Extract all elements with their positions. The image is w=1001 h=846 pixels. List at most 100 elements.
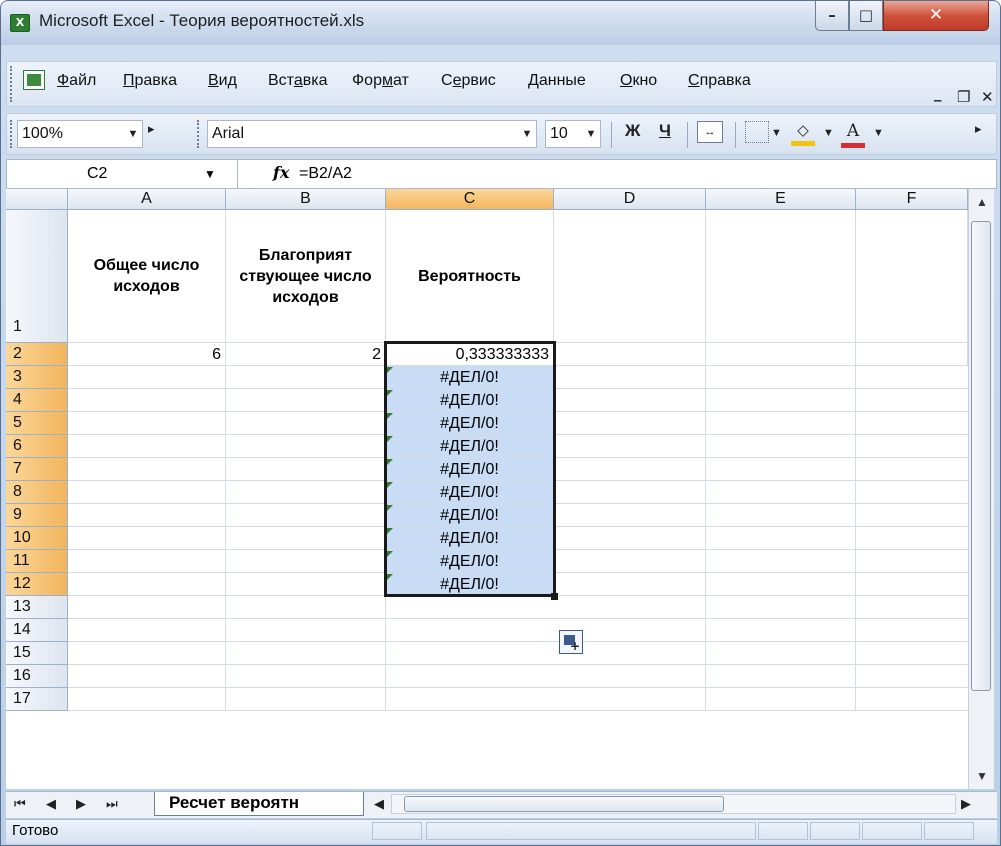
tab-split-icon[interactable]: ◀ — [374, 796, 384, 812]
row-header-selected[interactable]: 3 — [6, 366, 68, 389]
underline-button[interactable]: Ч — [659, 121, 671, 141]
row-header-selected[interactable]: 9 — [6, 504, 68, 527]
column-header[interactable]: B — [226, 189, 386, 210]
column-header-selected[interactable]: C — [386, 189, 554, 210]
last-sheet-icon[interactable]: ⏭ — [106, 796, 118, 812]
menu-help[interactable]: Справка — [688, 72, 751, 90]
chevron-down-icon[interactable]: ▼ — [771, 127, 782, 139]
close-icon: ✕ — [928, 5, 944, 25]
font-size-value: 10 — [550, 125, 568, 142]
chevron-down-icon[interactable]: ▼ — [582, 121, 600, 147]
menu-view[interactable]: Вид — [208, 72, 237, 90]
row-header[interactable]: 14 — [6, 619, 68, 642]
row-header-selected[interactable]: 4 — [6, 389, 68, 412]
doc-close-icon[interactable]: ✕ — [981, 88, 994, 106]
menu-tools[interactable]: Сервис — [441, 72, 496, 90]
select-all-corner[interactable] — [6, 189, 68, 210]
toolbar-options-icon[interactable]: ▸ — [975, 121, 982, 137]
scroll-up-icon[interactable]: ▲ — [976, 195, 988, 209]
row-header[interactable]: 15 — [6, 642, 68, 665]
cell-b1[interactable]: Благоприят ствующее число исходов — [226, 210, 386, 343]
row-header-selected[interactable]: 7 — [6, 458, 68, 481]
doc-minimize-icon[interactable]: _ — [934, 84, 942, 102]
row-header-selected[interactable]: 6 — [6, 435, 68, 458]
vertical-scrollbar[interactable]: ▲ ▼ — [968, 189, 994, 789]
scroll-down-icon[interactable]: ▼ — [976, 769, 988, 783]
close-button[interactable]: ✕ — [883, 1, 989, 31]
toolbar-options-icon[interactable]: ▸ — [148, 121, 155, 137]
cell-c1[interactable]: Вероятность — [386, 210, 554, 343]
row-header[interactable]: 17 — [6, 688, 68, 711]
scroll-right-icon[interactable]: ▶ — [961, 796, 971, 812]
cell-b2[interactable]: 2 — [226, 343, 386, 366]
row-header[interactable]: 13 — [6, 596, 68, 619]
zoom-combo[interactable]: 100% ▼ — [17, 120, 143, 148]
fill-handle[interactable] — [551, 593, 558, 600]
row-header-selected[interactable]: 12 — [6, 573, 68, 596]
selection-range[interactable] — [384, 341, 556, 597]
menu-file[interactable]: Файл — [57, 72, 96, 90]
chevron-down-icon[interactable]: ▼ — [823, 127, 834, 139]
excel-icon[interactable]: X — [10, 14, 30, 32]
cell-f1[interactable] — [856, 210, 968, 343]
row-header[interactable]: 1 — [6, 210, 68, 343]
name-box[interactable]: C2 ▼ — [7, 160, 238, 188]
vertical-scroll-thumb[interactable] — [971, 221, 991, 691]
toolbar-grip[interactable] — [197, 120, 202, 148]
minimize-button[interactable]: – — [815, 1, 849, 31]
spreadsheet-grid[interactable]: A B C D E F 1 Общее число исходов Благоп… — [6, 189, 968, 789]
doc-restore-icon[interactable]: ❐ — [957, 88, 970, 106]
row-header[interactable]: 16 — [6, 665, 68, 688]
workbook-icon[interactable] — [23, 70, 45, 90]
cell-f2[interactable] — [856, 343, 968, 366]
row-header-selected[interactable]: 2 — [6, 343, 68, 366]
chevron-down-icon[interactable]: ▼ — [518, 121, 536, 147]
cell-a2[interactable]: 6 — [68, 343, 226, 366]
cell-d1[interactable] — [554, 210, 706, 343]
row-header-selected[interactable]: 8 — [6, 481, 68, 504]
formula-input[interactable]: =B2/A2 — [299, 160, 352, 188]
cell-a1[interactable]: Общее число исходов — [68, 210, 226, 343]
cell-e1[interactable] — [706, 210, 856, 343]
borders-icon[interactable] — [745, 121, 769, 143]
fx-icon[interactable]: fx — [273, 163, 289, 182]
menu-data[interactable]: Данные — [528, 72, 586, 90]
bold-button[interactable]: Ж — [625, 121, 640, 141]
status-panel — [924, 822, 974, 840]
sheet-tab-active[interactable]: Ресчет вероятн — [154, 792, 364, 816]
menu-bar: Файл Правка Вид Вставка Формат Сервис Да… — [6, 61, 997, 107]
font-combo[interactable]: Arial ▼ — [207, 120, 537, 148]
row-header-selected[interactable]: 10 — [6, 527, 68, 550]
menu-window[interactable]: Окно — [620, 72, 657, 90]
menu-insert[interactable]: Вставка — [268, 72, 327, 90]
cell-e2[interactable] — [706, 343, 856, 366]
chevron-down-icon[interactable]: ▼ — [124, 121, 142, 147]
maximize-button[interactable]: □ — [849, 1, 883, 31]
font-name: Arial — [212, 125, 245, 142]
fill-color-icon[interactable]: ◇ — [791, 121, 815, 146]
column-header[interactable]: A — [68, 189, 226, 210]
title-bar[interactable]: X Microsoft Excel - Теория вероятностей.… — [1, 1, 1000, 45]
font-size-combo[interactable]: 10 ▼ — [545, 120, 601, 148]
next-sheet-icon[interactable]: ▶ — [76, 796, 86, 812]
column-header[interactable]: D — [554, 189, 706, 210]
horizontal-scroll-thumb[interactable] — [404, 796, 724, 812]
toolbar-grip[interactable] — [10, 66, 15, 102]
menu-edit[interactable]: Правка — [123, 72, 177, 90]
row-header-selected[interactable]: 11 — [6, 550, 68, 573]
cell-d2[interactable] — [554, 343, 706, 366]
first-sheet-icon[interactable]: ⏮ — [14, 796, 26, 812]
autofill-options-icon[interactable]: + — [559, 630, 583, 654]
maximize-icon: □ — [858, 6, 874, 24]
column-header[interactable]: F — [856, 189, 968, 210]
column-header[interactable]: E — [706, 189, 856, 210]
chevron-down-icon[interactable]: ▼ — [204, 160, 216, 188]
horizontal-scrollbar[interactable] — [391, 794, 956, 814]
font-color-icon[interactable]: A — [841, 121, 865, 148]
prev-sheet-icon[interactable]: ◀ — [46, 796, 56, 812]
merge-center-icon[interactable]: ↔ — [697, 121, 723, 143]
row-header-selected[interactable]: 5 — [6, 412, 68, 435]
menu-format[interactable]: Формат — [352, 72, 409, 90]
chevron-down-icon[interactable]: ▼ — [873, 127, 884, 139]
toolbar-grip[interactable] — [10, 120, 15, 148]
